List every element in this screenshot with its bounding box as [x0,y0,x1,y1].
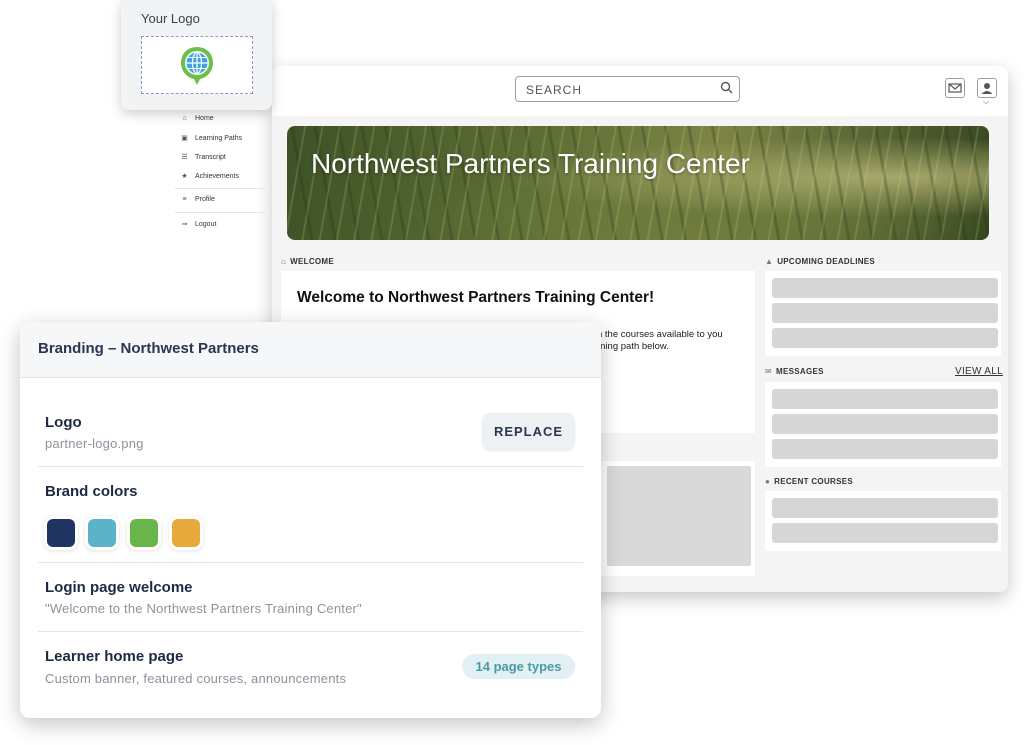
search-input[interactable]: SEARCH [515,76,740,102]
nav-divider [175,188,265,189]
welcome-text-line: rning path below. [597,341,669,352]
placeholder-row[interactable] [772,414,998,434]
messages-card [765,382,1001,467]
home-icon: ⌂ [182,115,187,122]
search-icon[interactable] [720,81,733,97]
globe-logo-icon [181,47,213,85]
brand-color-swatch-orange[interactable] [172,519,200,547]
sidebar-item-logout[interactable]: ⇒ Logout [180,220,217,229]
sidebar-item-label: Logout [195,220,217,228]
logo-card: Your Logo [121,0,272,110]
replace-button[interactable]: REPLACE [482,413,575,450]
placeholder-row[interactable] [772,303,998,323]
placeholder-row[interactable] [772,439,998,459]
branding-header: Branding – Northwest Partners [20,322,601,378]
placeholder-row[interactable] [772,498,998,518]
branding-title: Branding – Northwest Partners [38,340,259,357]
sidebar-item-transcript[interactable]: ☰ Transcript [180,153,226,162]
placeholder-row[interactable] [772,389,998,409]
brand-color-swatch-teal[interactable] [88,519,116,547]
featured-image-placeholder[interactable] [607,466,751,566]
sidebar-item-label: Learning Paths [195,134,243,142]
upcoming-deadlines-label: ▲ UPCOMING DEADLINES [765,257,876,266]
logo-row-title: Logo [45,414,82,431]
warning-icon: ▲ [765,257,774,266]
trophy-icon: ★ [181,173,188,180]
welcome-title: Welcome to Northwest Partners Training C… [297,289,655,306]
recent-courses-label: ● RECENT COURSES [765,477,854,486]
portal-header: SEARCH ⌵ [272,66,1008,116]
branding-panel: Branding – Northwest Partners Logo partn… [20,322,601,718]
sidebar-item-profile[interactable]: ≡ Profile [180,196,215,203]
brand-color-swatch-navy[interactable] [47,519,75,547]
row-divider [38,466,583,467]
placeholder-row[interactable] [772,278,998,298]
sidebar-item-learning-paths[interactable]: ▣ Learning Paths [180,134,243,143]
banner-title: Northwest Partners Training Center [311,148,750,179]
placeholder-row[interactable] [772,328,998,348]
learner-home-title: Learner home page [45,648,184,665]
brand-colors-title: Brand colors [45,483,138,500]
sidebar-item-label: Home [195,115,214,122]
hero-banner: Northwest Partners Training Center [287,126,989,240]
row-divider [38,562,583,563]
clock-icon: ● [765,477,771,486]
page-types-badge[interactable]: 14 page types [462,654,575,679]
user-icon[interactable] [977,78,997,98]
sliders-icon: ≡ [182,196,187,203]
recent-courses-card [765,491,1001,551]
sidebar-item-label: Profile [195,196,215,203]
list-icon: ☰ [181,154,188,161]
sidebar-item-label: Achievements [195,172,239,180]
logo-drop-zone[interactable] [141,36,253,94]
login-welcome-text[interactable]: "Welcome to the Northwest Partners Train… [45,601,362,616]
nav-divider [175,212,265,213]
logout-icon: ⇒ [181,221,188,228]
search-placeholder: SEARCH [526,83,583,97]
sidebar-item-home[interactable]: ⌂ Home [180,115,214,122]
book-icon: ▣ [181,135,188,142]
learner-home-text: Custom banner, featured courses, announc… [45,671,347,686]
message-icon: ✉ [765,367,773,376]
logo-card-title: Your Logo [141,11,200,26]
sidebar-item-achievements[interactable]: ★ Achievements [180,172,239,181]
sidebar-item-label: Transcript [195,153,226,161]
row-divider [38,631,583,632]
mail-icon[interactable] [945,78,965,98]
chevron-down-icon[interactable]: ⌵ [983,97,989,107]
logo-filename: partner-logo.png [45,436,144,451]
welcome-text-line: n the courses available to you [597,329,723,340]
placeholder-row[interactable] [772,523,998,543]
login-welcome-title: Login page welcome [45,579,193,596]
messages-label: ✉ MESSAGES [765,367,824,376]
welcome-text: n the courses available to you rning pat… [597,329,747,353]
welcome-section-label: ⌂ WELCOME [281,257,335,266]
brand-color-swatch-green[interactable] [130,519,158,547]
home-icon: ⌂ [281,257,287,266]
upcoming-deadlines-card [765,271,1001,356]
view-all-link[interactable]: VIEW ALL [955,366,1003,377]
